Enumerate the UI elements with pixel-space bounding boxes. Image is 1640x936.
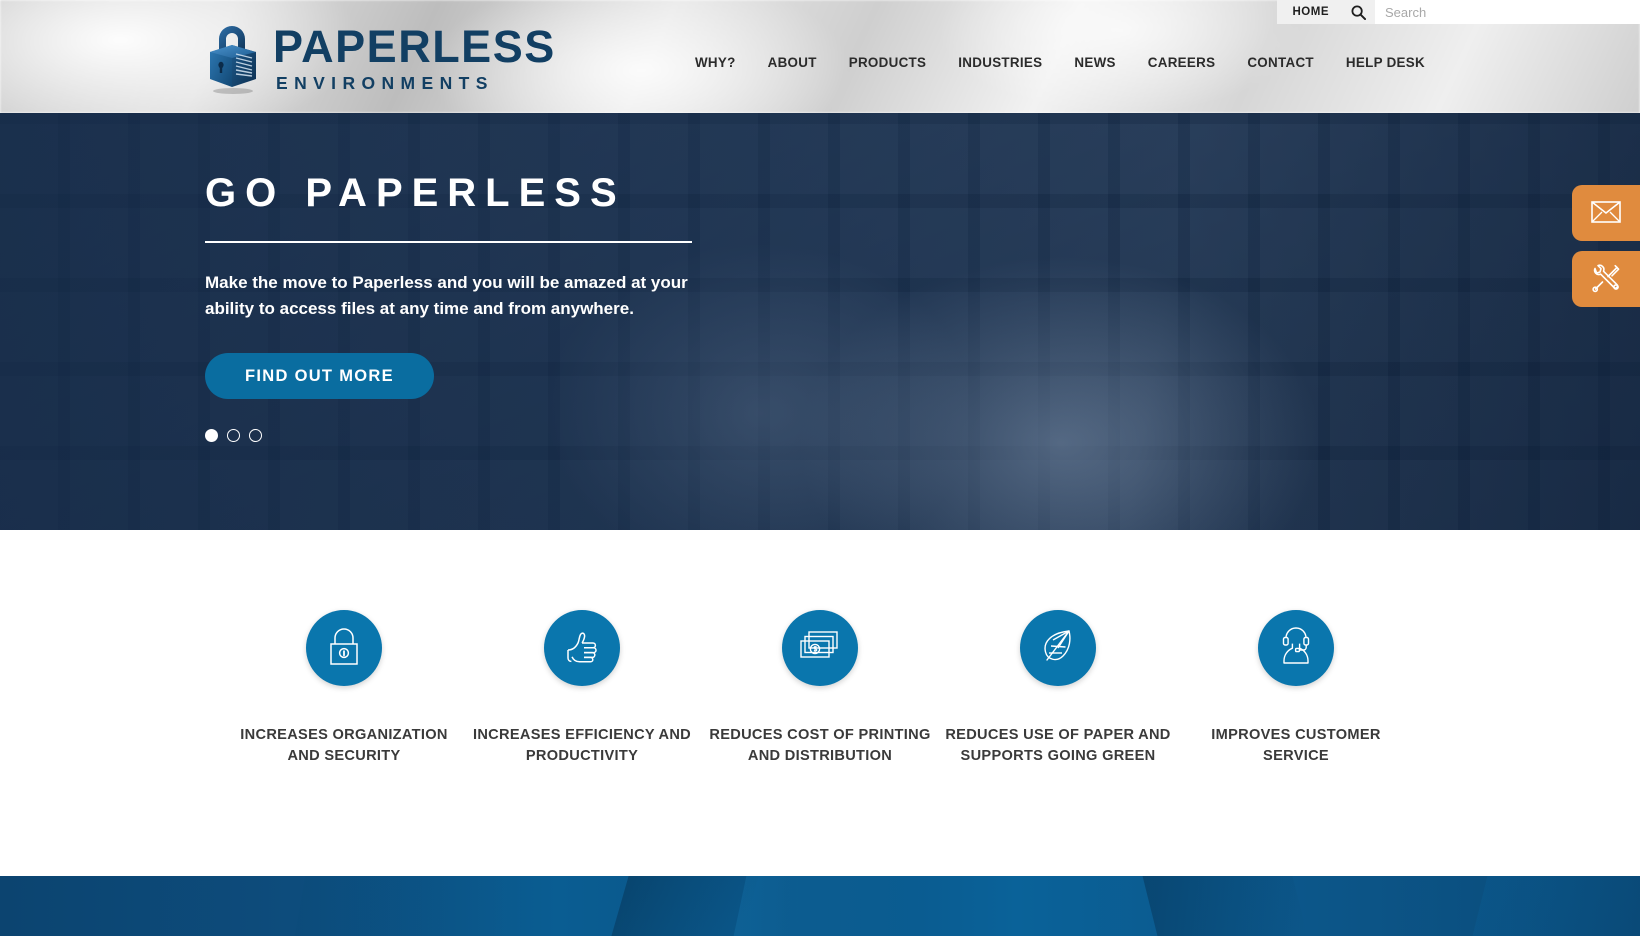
band-facet: [294, 876, 506, 936]
features-section: INCREASES ORGANIZATION AND SECURITY INCR…: [0, 530, 1640, 876]
padlock-icon: [325, 626, 363, 671]
floating-side-tabs: [1572, 185, 1640, 307]
logo-title: PAPERLESS: [273, 20, 556, 72]
thumbs-up-icon: [562, 626, 602, 671]
support-tab[interactable]: [1572, 251, 1640, 307]
nav-item-help-desk[interactable]: HELP DESK: [1330, 55, 1425, 70]
bottom-blue-band: [0, 876, 1640, 936]
headset-person-icon: [1278, 625, 1314, 672]
nav-item-contact[interactable]: CONTACT: [1231, 55, 1330, 70]
nav-item-products[interactable]: PRODUCTS: [833, 55, 943, 70]
feature-item: REDUCES USE OF PAPER AND SUPPORTS GOING …: [939, 610, 1177, 767]
nav-item-news[interactable]: NEWS: [1058, 55, 1131, 70]
utility-bar: HOME: [0, 0, 1640, 24]
main-navigation: WHY? ABOUT PRODUCTS INDUSTRIES NEWS CARE…: [679, 55, 1425, 70]
band-facet: [1142, 876, 1308, 936]
band-facet: [733, 876, 927, 936]
carousel-dot-3[interactable]: [249, 428, 262, 442]
feature-icon-badge: [1020, 610, 1096, 686]
nav-item-about[interactable]: ABOUT: [752, 55, 833, 70]
nav-item-why[interactable]: WHY?: [679, 55, 752, 70]
feature-item: INCREASES ORGANIZATION AND SECURITY: [225, 610, 463, 767]
logo-subtitle: ENVIRONMENTS: [276, 72, 494, 93]
find-out-more-button[interactable]: FIND OUT MORE: [205, 352, 434, 399]
carousel-dot-1[interactable]: [205, 428, 218, 442]
feature-label: IMPROVES CUSTOMER SERVICE: [1211, 727, 1381, 764]
logo-wordmark: PAPERLESS ENVIRONMENTS: [273, 24, 556, 93]
search-input[interactable]: [1375, 0, 1640, 24]
feature-label: INCREASES ORGANIZATION AND SECURITY: [240, 727, 448, 764]
search-submit-button[interactable]: [1341, 0, 1375, 24]
tools-icon: [1591, 263, 1621, 296]
feature-item: IMPROVES CUSTOMER SERVICE: [1177, 610, 1415, 767]
home-link[interactable]: HOME: [1276, 0, 1341, 24]
leaf-icon: [1039, 626, 1077, 671]
search-icon: [1351, 5, 1366, 20]
feature-label: REDUCES COST OF PRINTING AND DISTRIBUTIO…: [709, 727, 931, 764]
feature-item: INCREASES EFFICIENCY AND PRODUCTIVITY: [463, 610, 701, 767]
money-icon: [799, 629, 841, 668]
site-logo[interactable]: PAPERLESS ENVIRONMENTS: [205, 21, 556, 95]
feature-item: REDUCES COST OF PRINTING AND DISTRIBUTIO…: [701, 610, 939, 767]
nav-item-careers[interactable]: CAREERS: [1132, 55, 1232, 70]
hero-title: GO PAPERLESS: [205, 171, 626, 215]
hero-carousel: GO PAPERLESS Make the move to Paperless …: [0, 113, 1640, 530]
hero-description: Make the move to Paperless and you will …: [205, 273, 688, 319]
feature-label: REDUCES USE OF PAPER AND SUPPORTS GOING …: [945, 727, 1171, 764]
carousel-dot-2[interactable]: [227, 428, 240, 442]
band-facet: [1472, 876, 1640, 936]
padlock-box-logo-icon: [205, 21, 261, 95]
carousel-pagination: [205, 428, 825, 442]
hero-content: GO PAPERLESS Make the move to Paperless …: [205, 173, 825, 442]
envelope-icon: [1591, 200, 1621, 226]
hero-divider: [205, 241, 692, 243]
utility-bar-inner: HOME: [1276, 0, 1640, 24]
feature-icon-badge: [1258, 610, 1334, 686]
nav-item-industries[interactable]: INDUSTRIES: [942, 55, 1058, 70]
feature-icon-badge: [306, 610, 382, 686]
feature-icon-badge: [782, 610, 858, 686]
feature-icon-badge: [544, 610, 620, 686]
feature-label: INCREASES EFFICIENCY AND PRODUCTIVITY: [472, 727, 692, 764]
contact-us-tab[interactable]: [1572, 185, 1640, 241]
